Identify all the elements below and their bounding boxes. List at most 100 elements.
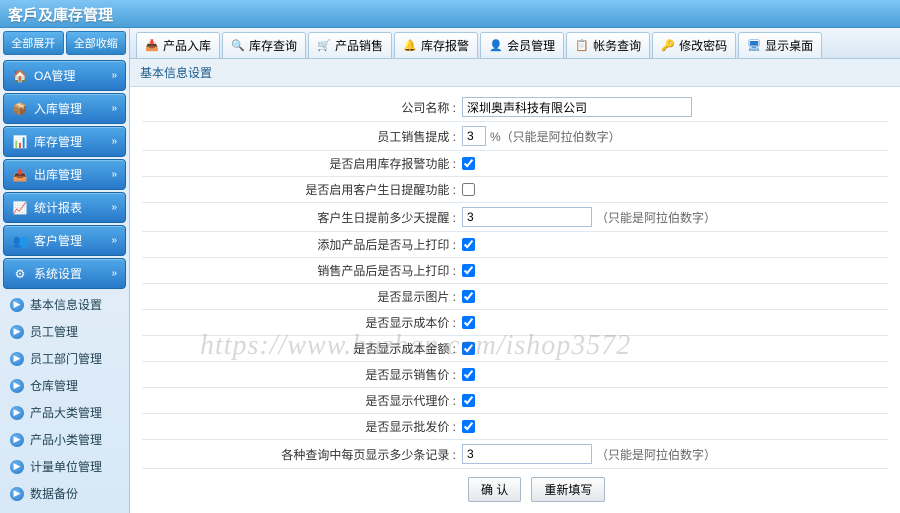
form-control: （只能是阿拉伯数字） — [462, 207, 888, 227]
form-row: 添加产品后是否马上打印 — [142, 232, 888, 258]
customer-icon: 👥 — [12, 233, 28, 249]
form-control: %（只能是阿拉伯数字） — [462, 126, 888, 146]
form-row: 是否启用客户生日提醒功能 — [142, 177, 888, 203]
out-icon: 📤 — [12, 167, 28, 183]
bullet-icon: ▶ — [10, 460, 24, 474]
form-control — [462, 394, 888, 407]
sidebar-item-label: 系统设置 — [34, 265, 111, 282]
main-container: 全部展开 全部收缩 🏠OA管理»📦入库管理»📊库存管理»📤出库管理»📈统计报表»… — [0, 28, 900, 513]
sidebar-sub-item[interactable]: ▶产品大类管理 — [0, 399, 129, 426]
chevron-right-icon: » — [111, 169, 117, 180]
tab-icon: 🖥 — [747, 39, 761, 53]
text-input[interactable] — [462, 444, 592, 464]
bullet-icon: ▶ — [10, 325, 24, 339]
form-row: 各种查询中每页显示多少条记录（只能是阿拉伯数字） — [142, 440, 888, 469]
checkbox[interactable] — [462, 368, 475, 381]
form-control — [462, 183, 888, 196]
form-row: 是否显示成本金额 — [142, 336, 888, 362]
bullet-icon: ▶ — [10, 379, 24, 393]
form-label: 是否显示成本金额 — [142, 340, 462, 357]
form-row: 客户生日提前多少天提醒 （只能是阿拉伯数字） — [142, 203, 888, 232]
tab-icon: 🔑 — [661, 39, 675, 53]
checkbox[interactable] — [462, 394, 475, 407]
tab-icon: 📥 — [145, 39, 159, 53]
sidebar-sub-item[interactable]: ▶仓库管理 — [0, 372, 129, 399]
sidebar-item[interactable]: ⚙系统设置» — [3, 258, 126, 289]
panel-title: 基本信息设置 — [130, 59, 900, 87]
checkbox[interactable] — [462, 183, 475, 196]
sidebar-item[interactable]: 👥客户管理» — [3, 225, 126, 256]
sidebar-item-label: 统计报表 — [34, 199, 111, 216]
checkbox[interactable] — [462, 157, 475, 170]
hint-text: （只能是阿拉伯数字） — [596, 446, 716, 463]
tab-icon: 🔍 — [231, 39, 245, 53]
sidebar-item-label: OA管理 — [34, 67, 111, 84]
tab-label: 库存查询 — [249, 37, 297, 54]
form-row: 是否显示代理价 — [142, 388, 888, 414]
sidebar-item[interactable]: 🏠OA管理» — [3, 60, 126, 91]
sidebar-sub-item[interactable]: ▶产品小类管理 — [0, 426, 129, 453]
form-label: 是否显示代理价 — [142, 392, 462, 409]
sidebar-item[interactable]: 📈统计报表» — [3, 192, 126, 223]
form-row: 员工销售提成%（只能是阿拉伯数字） — [142, 122, 888, 151]
tab[interactable]: 🛒产品销售 — [308, 32, 392, 58]
sidebar-sub-item[interactable]: ▶员工部门管理 — [0, 345, 129, 372]
tab-label: 产品销售 — [335, 37, 383, 54]
tab[interactable]: 📥产品入库 — [136, 32, 220, 58]
form-row: 是否显示成本价 — [142, 310, 888, 336]
sidebar-item[interactable]: 📊库存管理» — [3, 126, 126, 157]
tab[interactable]: 📋帐务查询 — [566, 32, 650, 58]
form-control — [462, 368, 888, 381]
sidebar-sub-item[interactable]: ▶基本信息设置 — [0, 291, 129, 318]
tab[interactable]: 🖥 显示桌面 — [738, 32, 822, 58]
app-header: 客戶及庫存管理 — [0, 0, 900, 28]
collapse-all-button[interactable]: 全部收缩 — [66, 31, 127, 55]
checkbox[interactable] — [462, 420, 475, 433]
stock-icon: 📊 — [12, 134, 28, 150]
submit-button[interactable]: 确 认 — [468, 477, 521, 502]
sidebar: 全部展开 全部收缩 🏠OA管理»📦入库管理»📊库存管理»📤出库管理»📈统计报表»… — [0, 28, 130, 513]
home-icon: 🏠 — [12, 68, 28, 84]
sidebar-sub-item[interactable]: ▶数据还原 — [0, 507, 129, 513]
tab[interactable]: 🔔库存报警 — [394, 32, 478, 58]
expand-all-button[interactable]: 全部展开 — [3, 31, 64, 55]
checkbox[interactable] — [462, 264, 475, 277]
checkbox[interactable] — [462, 316, 475, 329]
tab-label: 库存报警 — [421, 37, 469, 54]
sidebar-sub-label: 产品小类管理 — [30, 431, 102, 448]
form-label: 客户生日提前多少天提醒 — [142, 209, 462, 226]
checkbox[interactable] — [462, 342, 475, 355]
sidebar-sub-label: 产品大类管理 — [30, 404, 102, 421]
sidebar-sub-label: 员工部门管理 — [30, 350, 102, 367]
tab[interactable]: 🔑 修改密码 — [652, 32, 736, 58]
sidebar-sub-item[interactable]: ▶数据备份 — [0, 480, 129, 507]
chevron-right-icon: » — [111, 202, 117, 213]
tab[interactable]: 👤会员管理 — [480, 32, 564, 58]
checkbox[interactable] — [462, 290, 475, 303]
sidebar-item-label: 库存管理 — [34, 133, 111, 150]
sidebar-item-label: 出库管理 — [34, 166, 111, 183]
form-control — [462, 420, 888, 433]
text-input[interactable] — [462, 207, 592, 227]
sidebar-sub-label: 基本信息设置 — [30, 296, 102, 313]
reset-button[interactable]: 重新填写 — [531, 477, 605, 502]
checkbox[interactable] — [462, 238, 475, 251]
tab-icon: 👤 — [489, 39, 503, 53]
form-label: 销售产品后是否马上打印 — [142, 262, 462, 279]
text-input[interactable] — [462, 97, 692, 117]
sidebar-item-label: 客户管理 — [34, 232, 111, 249]
form-label: 员工销售提成 — [142, 128, 462, 145]
tab-label: 修改密码 — [679, 37, 727, 54]
sidebar-sub-item[interactable]: ▶计量单位管理 — [0, 453, 129, 480]
form-label: 是否启用库存报警功能 — [142, 155, 462, 172]
sidebar-item[interactable]: 📤 出库管理» — [3, 159, 126, 190]
tab[interactable]: 🔍 库存查询 — [222, 32, 306, 58]
hint-text: （只能是阿拉伯数字） — [596, 209, 716, 226]
text-input[interactable] — [462, 126, 486, 146]
tab-label: 显示桌面 — [765, 37, 813, 54]
form-control: （只能是阿拉伯数字） — [462, 444, 888, 464]
sidebar-item[interactable]: 📦入库管理» — [3, 93, 126, 124]
settings-form: 公司名称员工销售提成%（只能是阿拉伯数字）是否启用库存报警功能是否启用客户生日提… — [130, 87, 900, 513]
sidebar-sub-item[interactable]: ▶员工管理 — [0, 318, 129, 345]
chevron-right-icon: » — [111, 103, 117, 114]
